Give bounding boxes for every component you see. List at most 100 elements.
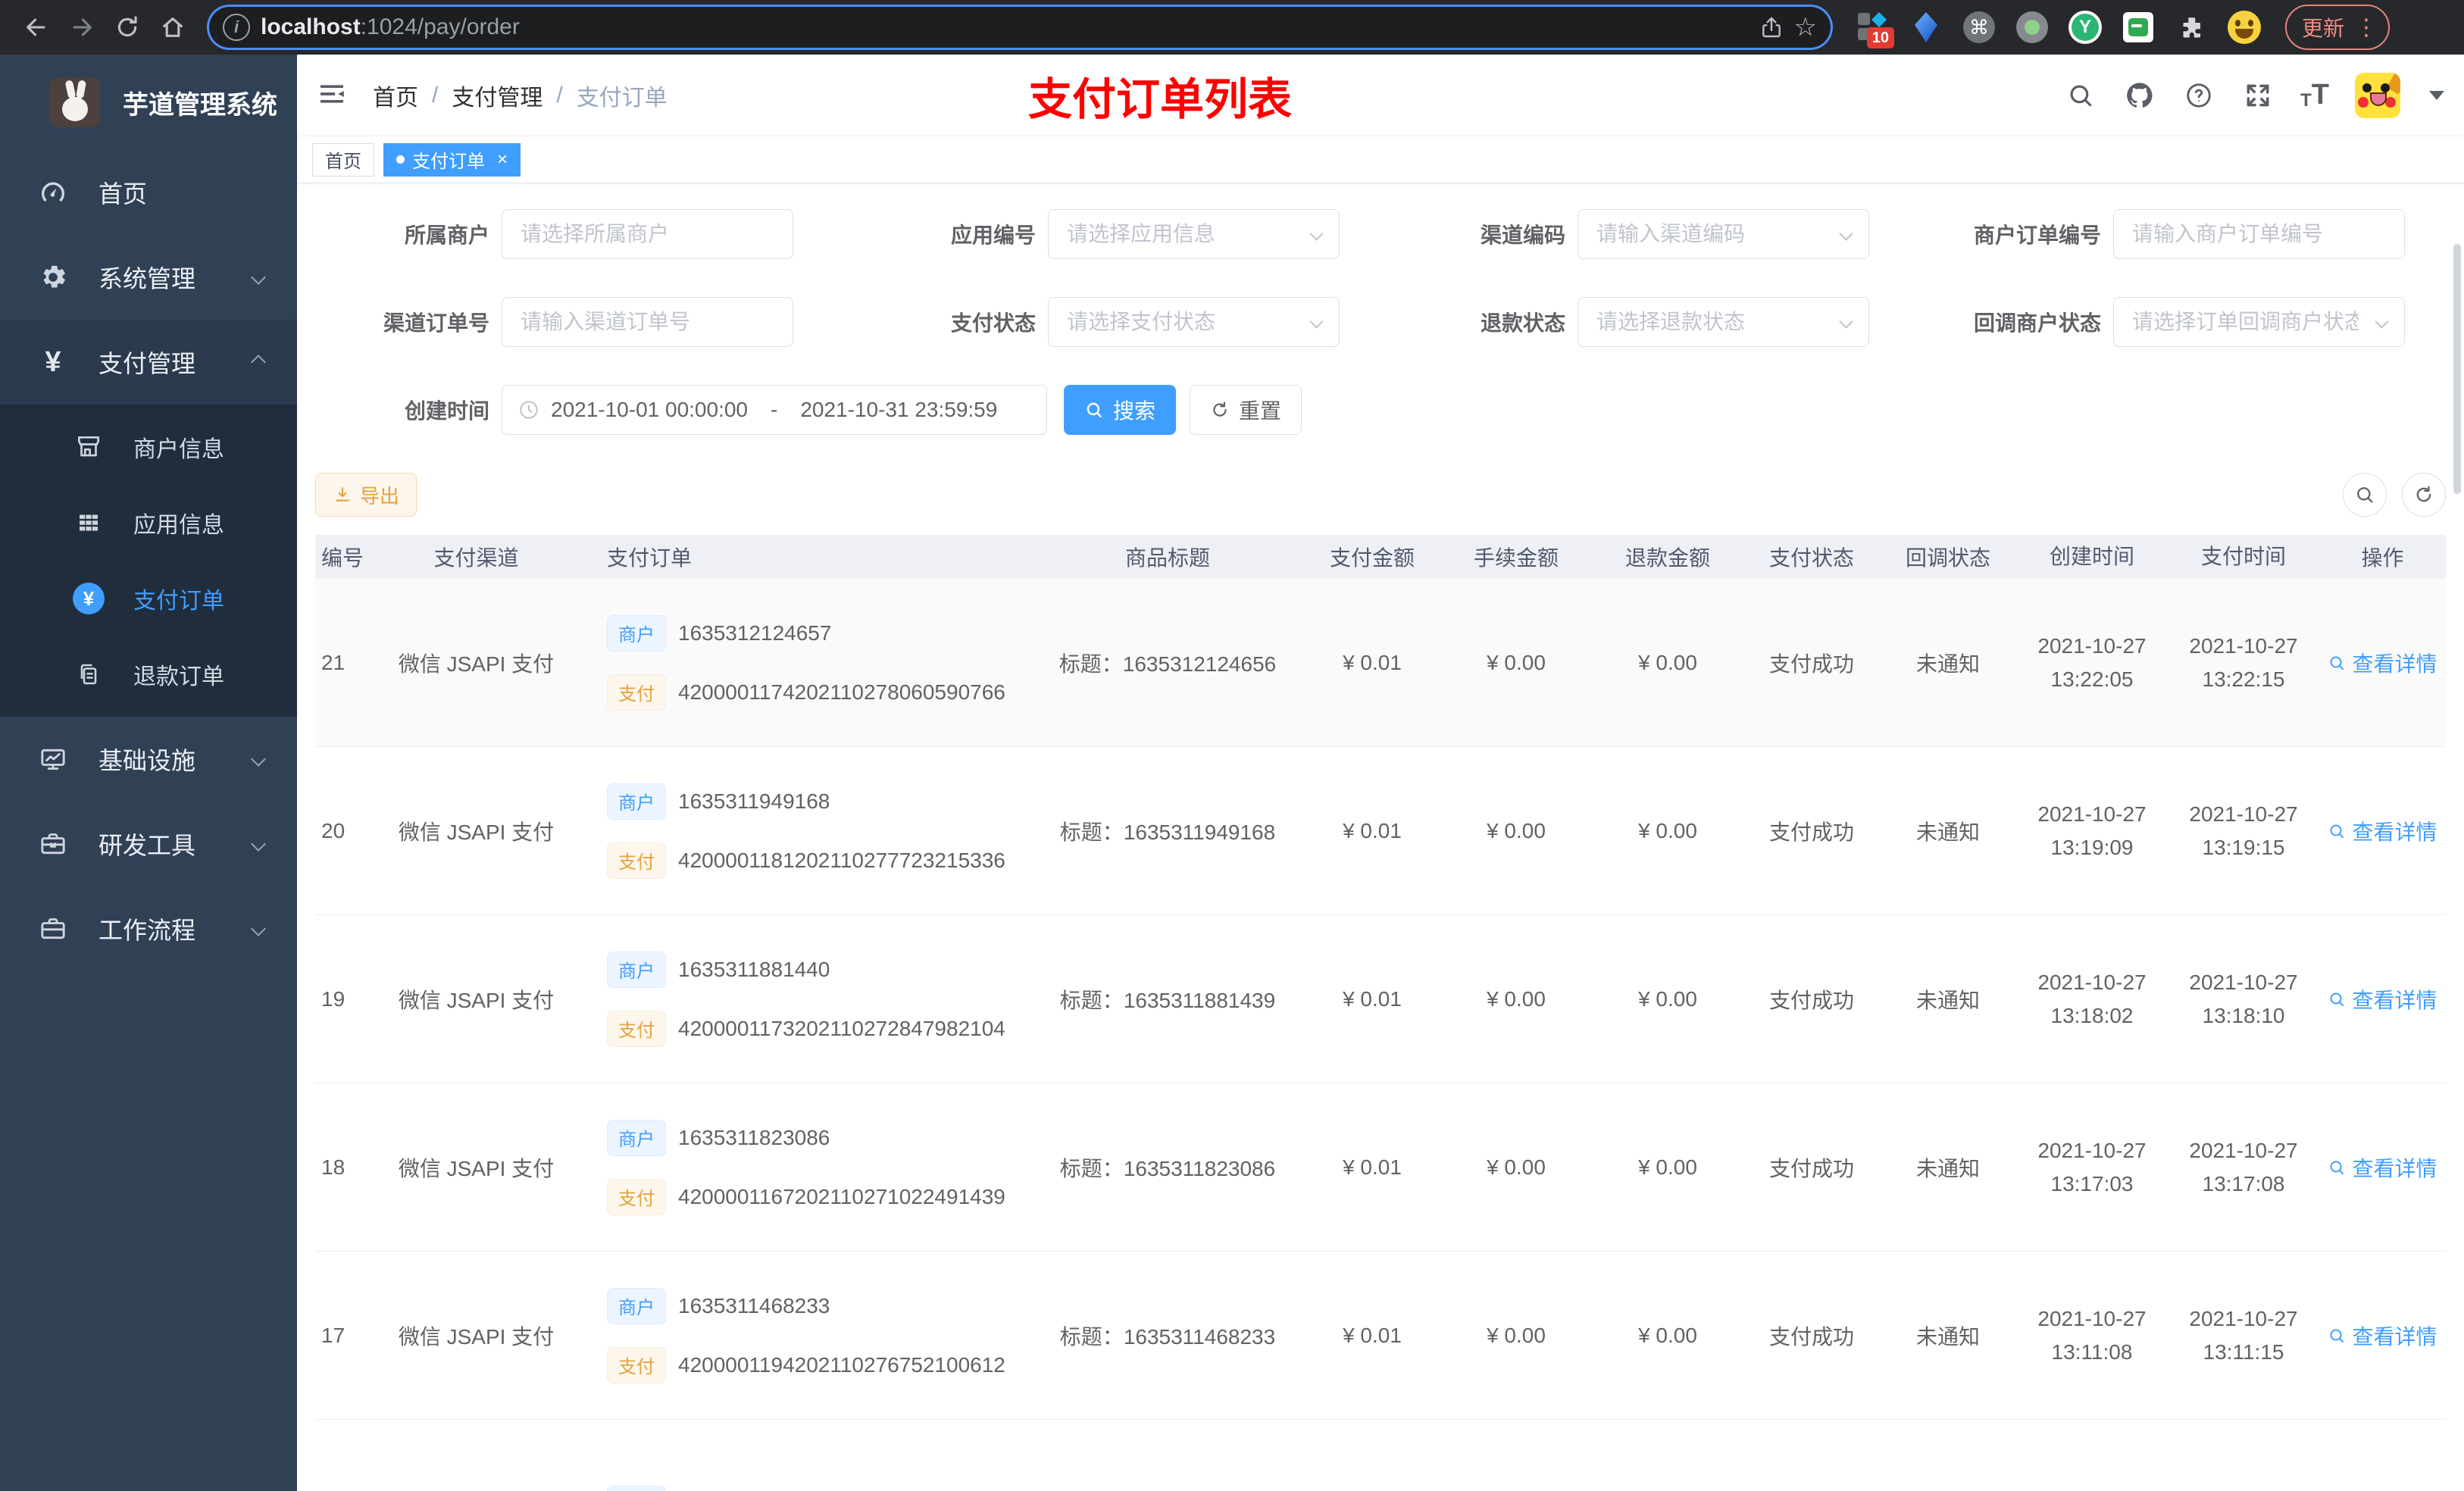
pay-badge: 支付: [607, 1178, 666, 1215]
browser-reload-button[interactable]: [108, 8, 147, 47]
documents-icon: [73, 658, 105, 690]
sidebar-collapse-button[interactable]: [317, 79, 350, 112]
sidebar-item-workflow[interactable]: 工作流程: [0, 886, 297, 971]
filter-merchant-order-no: 商户订单编号: [1912, 209, 2405, 259]
pay-status-select[interactable]: [1048, 297, 1340, 347]
browser-toolbar: i localhost:1024/pay/order ☆ 10 ⌘ Y 更新 ⋮: [0, 0, 2464, 55]
sidebar-item-refund-order[interactable]: 退款订单: [0, 636, 297, 712]
close-tag-icon[interactable]: ×: [497, 149, 508, 170]
date-range-picker[interactable]: 2021-10-01 00:00:00 - 2021-10-31 23:59:5…: [502, 385, 1047, 435]
filter-merchant: 所属商户: [315, 209, 793, 259]
sidebar-item-home[interactable]: 首页: [0, 150, 297, 235]
forward-arrow-icon: [73, 18, 92, 36]
page-content: 所属商户 应用编号 渠道编码 商户订单编号: [297, 183, 2464, 1491]
kite-icon[interactable]: [1909, 11, 1943, 44]
pay-badge: 支付: [607, 842, 666, 879]
breadcrumb: 首页 / 支付管理 / 支付订单: [373, 79, 668, 112]
magnifier-icon: [2330, 1161, 2344, 1174]
refresh-table-button[interactable]: [2402, 473, 2446, 517]
merchant-badge: 商户: [607, 1287, 666, 1324]
tags-view-bar: 首页 支付订单 ×: [297, 136, 2464, 183]
reset-button[interactable]: 重置: [1190, 385, 1302, 435]
table-row[interactable]: 19 微信 JSAPI 支付 商户 1635311881440 支付 4200001…: [315, 915, 2446, 1083]
browser-back-button[interactable]: [17, 8, 56, 47]
merchant-order-input[interactable]: [2113, 209, 2405, 259]
browser-update-button[interactable]: 更新 ⋮: [2285, 5, 2391, 50]
app-select[interactable]: [1048, 209, 1340, 259]
yuan-icon: ¥: [45, 345, 61, 378]
table-row[interactable]: 商户1635311154796: [315, 1420, 2446, 1491]
merchant-input[interactable]: [502, 209, 793, 259]
toggle-search-button[interactable]: [2343, 473, 2387, 517]
app-title: 芋道管理系统: [123, 90, 277, 120]
filter-refund-status: 退款状态: [1406, 297, 1869, 347]
filter-label: 所属商户: [404, 223, 489, 247]
tampermonkey-icon[interactable]: 10: [1856, 11, 1894, 48]
date-end: 2021-10-31 23:59:59: [800, 398, 998, 421]
command-icon[interactable]: ⌘: [1962, 11, 1996, 44]
sidebar-item-label: 基础设施: [98, 747, 196, 774]
app-logo-row[interactable]: 芋道管理系统: [0, 55, 297, 150]
bookmark-star-icon[interactable]: ☆: [1794, 12, 1817, 42]
view-detail-link[interactable]: 查看详情: [2328, 1321, 2437, 1351]
fullscreen-icon[interactable]: [2241, 79, 2275, 112]
search-button[interactable]: 搜索: [1064, 385, 1177, 435]
sidebar-item-pay-order[interactable]: ¥ 支付订单: [0, 561, 297, 636]
home-icon: [163, 17, 183, 37]
sidebar-item-devtools[interactable]: 研发工具: [0, 802, 297, 886]
channel-code-select[interactable]: [1578, 209, 1869, 259]
monitor-icon: [36, 742, 70, 776]
yuque-icon[interactable]: Y: [2068, 11, 2102, 44]
browser-home-button[interactable]: [153, 8, 192, 47]
profile-emoji-icon[interactable]: [2228, 11, 2261, 44]
browser-menu-icon[interactable]: ⋮: [2355, 14, 2381, 41]
extension-area: 10 ⌘ Y: [1856, 11, 2261, 48]
search-icon: [1087, 402, 1102, 417]
sidebar-item-label: 支付管理: [98, 350, 196, 377]
avatar-caret-icon[interactable]: [2429, 90, 2444, 100]
search-icon[interactable]: [2064, 79, 2097, 112]
sidebar-item-merchant-info[interactable]: 商户信息: [0, 409, 297, 485]
tag-home[interactable]: 首页: [312, 142, 374, 177]
table-row[interactable]: 18 微信 JSAPI 支付 商户 1635311823086 支付 4200001…: [315, 1083, 2446, 1252]
sidebar-item-app-info[interactable]: 应用信息: [0, 485, 297, 561]
sidebar-item-system[interactable]: 系统管理: [0, 235, 297, 320]
recorder-icon[interactable]: [2015, 11, 2049, 44]
view-detail-link[interactable]: 查看详情: [2328, 1152, 2437, 1183]
shop-icon: [73, 431, 105, 463]
github-icon[interactable]: [2123, 79, 2156, 112]
chat-icon[interactable]: [2122, 11, 2155, 44]
breadcrumb-pay[interactable]: 支付管理: [452, 79, 543, 112]
share-icon[interactable]: [1759, 15, 1784, 39]
channel-order-input[interactable]: [502, 297, 793, 347]
sidebar-item-infra[interactable]: 基础设施: [0, 717, 297, 802]
export-button[interactable]: 导出: [315, 473, 417, 517]
avatar[interactable]: [2355, 72, 2400, 118]
site-info-icon[interactable]: i: [223, 14, 250, 41]
breadcrumb-home[interactable]: 首页: [373, 79, 418, 112]
view-detail-link[interactable]: 查看详情: [2328, 816, 2437, 846]
chevron-up-icon: [251, 355, 266, 370]
refund-status-select[interactable]: [1578, 297, 1869, 347]
sidebar-item-label: 系统管理: [98, 265, 196, 292]
view-detail-link[interactable]: 查看详情: [2328, 984, 2437, 1014]
browser-forward-button[interactable]: [62, 8, 102, 47]
table-row[interactable]: 17 微信 JSAPI 支付 商户 1635311468233 支付 4200001…: [315, 1252, 2446, 1420]
url-bar[interactable]: i localhost:1024/pay/order ☆: [209, 7, 1831, 48]
dashboard-icon: [36, 176, 70, 209]
font-size-icon[interactable]: TT: [2300, 79, 2329, 111]
help-icon[interactable]: [2182, 79, 2215, 112]
table-row[interactable]: 21 微信 JSAPI 支付 商户 1635312124657 支付 4200001…: [315, 579, 2446, 747]
merchant-badge: 商户: [607, 1119, 666, 1156]
view-detail-link[interactable]: 查看详情: [2328, 648, 2437, 678]
puzzle-extensions-icon[interactable]: [2175, 11, 2208, 44]
magnifier-icon: [2330, 656, 2344, 670]
merchant-badge: 商户: [607, 1486, 666, 1491]
page-scrollbar[interactable]: [2453, 244, 2461, 494]
table-row[interactable]: 20 微信 JSAPI 支付 商户 1635311949168 支付 4200001…: [315, 747, 2446, 915]
sidebar-item-pay[interactable]: ¥ 支付管理: [0, 320, 297, 405]
callback-status-select[interactable]: [2113, 297, 2405, 347]
chevron-down-icon: [251, 836, 266, 852]
tag-pay-order[interactable]: 支付订单 ×: [383, 142, 521, 177]
filter-label: 应用编号: [950, 223, 1036, 247]
